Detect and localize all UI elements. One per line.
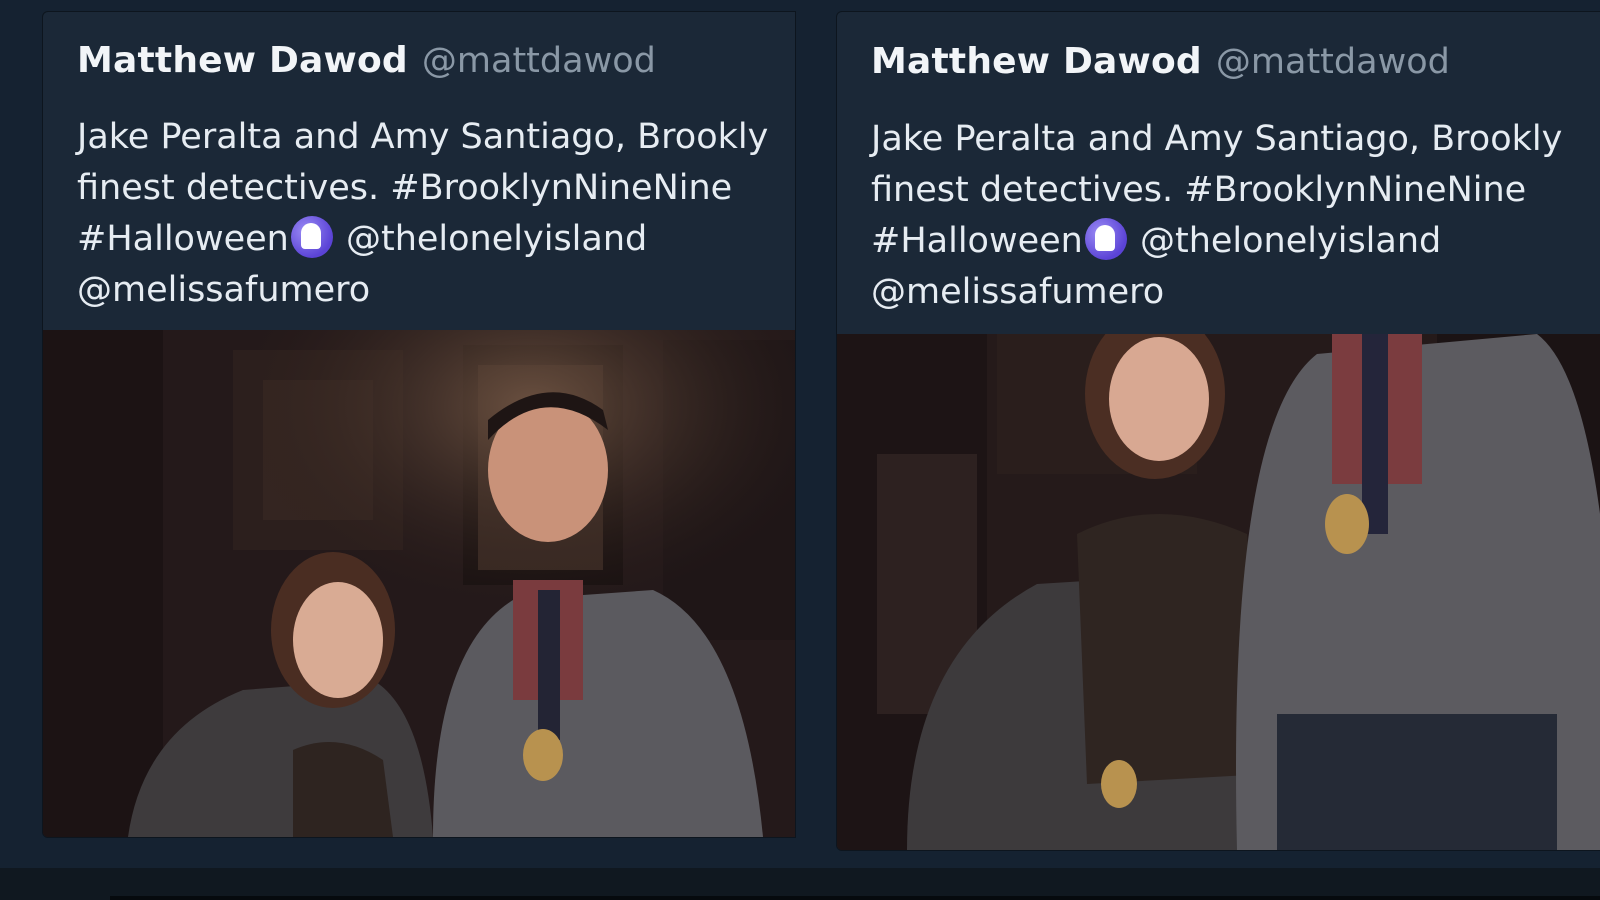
tweet-header: Matthew Dawod @mattdawod (871, 41, 1450, 82)
author-name[interactable]: Matthew Dawod (77, 40, 408, 81)
tweet-text-line: #Halloween @thelonelyisland (871, 216, 1562, 267)
divider (110, 896, 1600, 900)
hashtag-link[interactable]: #Halloween (77, 219, 289, 259)
ghost-emoji-icon (1084, 218, 1127, 260)
tweet-text-line: finest detectives. #BrooklynNineNine (77, 168, 733, 208)
tweet-text: Jake Peralta and Amy Santiago, Brookly f… (871, 114, 1562, 318)
mention-link[interactable]: @melissafumero (77, 265, 768, 316)
photo-image (837, 334, 1600, 850)
tweet-photo[interactable] (43, 330, 795, 837)
tweet-photo[interactable] (837, 334, 1600, 850)
tweet-text: Jake Peralta and Amy Santiago, Brookly f… (77, 112, 768, 316)
tweet-header: Matthew Dawod @mattdawod (77, 40, 656, 81)
tweet-text-line: Jake Peralta and Amy Santiago, Brookly (871, 119, 1563, 159)
tweet-text-line: Jake Peralta and Amy Santiago, Brookly (77, 117, 769, 157)
tweet-text-line: finest detectives. #BrooklynNineNine (871, 170, 1527, 210)
tweet-text-line: #Halloween @thelonelyisland (77, 214, 768, 265)
tweet-card[interactable]: Matthew Dawod @mattdawod Jake Peralta and… (42, 11, 796, 838)
author-handle[interactable]: @mattdawod (422, 41, 656, 81)
mention-link[interactable]: @thelonelyisland (346, 219, 647, 259)
hashtag-link[interactable]: #Halloween (871, 221, 1083, 261)
photo-image (43, 330, 795, 837)
mention-link[interactable]: @melissafumero (871, 267, 1562, 318)
tweet-card[interactable]: Matthew Dawod @mattdawod Jake Peralta and… (836, 11, 1600, 851)
author-handle[interactable]: @mattdawod (1216, 42, 1450, 82)
mention-link[interactable]: @thelonelyisland (1140, 221, 1441, 261)
ghost-emoji-icon (290, 216, 333, 258)
author-name[interactable]: Matthew Dawod (871, 41, 1202, 82)
